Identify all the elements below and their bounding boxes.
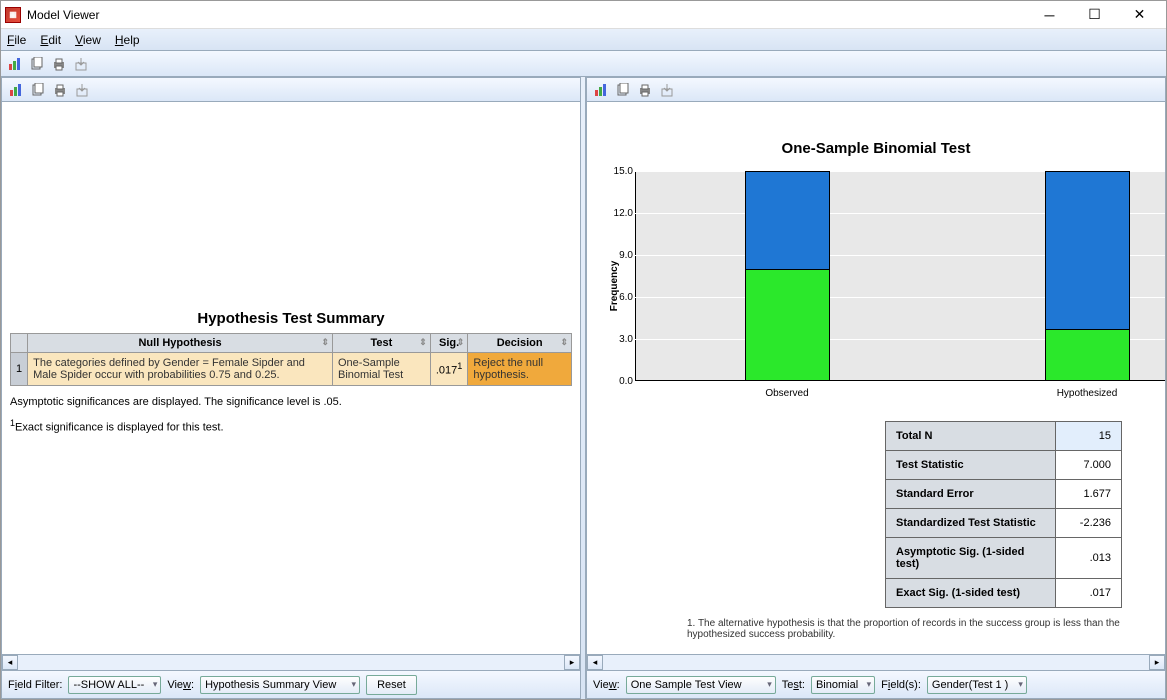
menu-view[interactable]: View [75,33,101,47]
asymp-sig-label: Asymptotic Sig. (1-sided test) [886,538,1056,579]
chart-icon[interactable] [6,80,26,100]
left-pane-body: Hypothesis Test Summary Null Hypothesis⇕… [2,102,580,654]
maximize-button[interactable]: ☐ [1072,1,1117,29]
scroll-track[interactable] [18,655,564,670]
view-dropdown[interactable]: Hypothesis Summary View [200,676,360,694]
header-decision[interactable]: Decision⇕ [468,334,572,353]
scroll-left-icon[interactable]: ◂ [587,655,603,670]
test-cell: One-Sample Binomial Test [332,353,430,386]
main-toolbar [1,51,1166,77]
chart-title: One-Sample Binomial Test [595,140,1157,157]
minimize-button[interactable]: ─ [1027,1,1072,29]
menubar: File Edit View Help [1,29,1166,51]
y-axis-label: Frequency [609,261,620,312]
header-blank [11,334,28,353]
chart-area: Frequency 15.0 12.0 9.0 6.0 3.0 0.0 [595,171,1165,401]
print-icon[interactable] [49,54,69,74]
ytick: 12.0 [607,208,633,219]
note-main: Asymptotic significances are displayed. … [10,396,572,408]
asymp-sig-value: .013 [1056,538,1122,579]
standard-error-label: Standard Error [886,480,1056,509]
header-null[interactable]: Null Hypothesis⇕ [28,334,333,353]
stats-table: Total N15 Test Statistic7.000 Standard E… [885,421,1122,608]
menu-help[interactable]: Help [115,33,140,47]
left-footer: Field Filter: --SHOW ALL-- View: Hypothe… [2,670,580,698]
row-index: 1 [11,353,28,386]
table-row[interactable]: 1 The categories defined by Gender = Fem… [11,353,572,386]
left-pane: Hypothesis Test Summary Null Hypothesis⇕… [1,77,580,699]
ytick: 15.0 [607,166,633,177]
view-label: View: [593,679,620,691]
right-footer: View: One Sample Test View Test: Binomia… [587,670,1165,698]
note-footnote: 1Exact significance is displayed for thi… [10,418,572,434]
ytick: 6.0 [607,292,633,303]
right-pane-body: One-Sample Binomial Test Frequency 15.0 … [587,102,1165,654]
test-label: Test: [782,679,805,691]
exact-sig-label: Exact Sig. (1-sided test) [886,579,1056,608]
window-title: Model Viewer [27,8,99,22]
left-scrollbar[interactable]: ◂ ▸ [2,654,580,670]
titlebar: ▦ Model Viewer ─ ☐ ✕ [1,1,1166,29]
right-scrollbar[interactable]: ◂ ▸ [587,654,1165,670]
bar-observed-success [745,269,830,381]
fields-label: Field(s): [881,679,921,691]
app-icon: ▦ [5,7,21,23]
bar-hyp-success [1045,329,1130,381]
view-dropdown[interactable]: One Sample Test View [626,676,776,694]
hypothesis-table: Null Hypothesis⇕ Test⇕ Sig.⇕ Decision⇕ 1… [10,333,572,386]
close-button[interactable]: ✕ [1117,1,1162,29]
copy-icon[interactable] [28,80,48,100]
chart-icon[interactable] [591,80,611,100]
print-icon[interactable] [635,80,655,100]
export-icon[interactable] [657,80,677,100]
field-filter-dropdown[interactable]: --SHOW ALL-- [68,676,161,694]
reset-button[interactable]: Reset [366,675,417,695]
ytick: 0.0 [607,376,633,387]
content-area: Hypothesis Test Summary Null Hypothesis⇕… [1,77,1166,699]
print-icon[interactable] [50,80,70,100]
export-icon[interactable] [71,54,91,74]
export-icon[interactable] [72,80,92,100]
header-test[interactable]: Test⇕ [332,334,430,353]
exact-sig-value: .017 [1056,579,1122,608]
sig-cell: .0171 [430,353,468,386]
view-label: View: [167,679,194,691]
total-n-value: 15 [1056,422,1122,451]
test-statistic-label: Test Statistic [886,451,1056,480]
menu-edit[interactable]: Edit [40,33,61,47]
test-statistic-value: 7.000 [1056,451,1122,480]
field-filter-label: Field Filter: [8,679,62,691]
alternative-note: 1. The alternative hypothesis is that th… [687,618,1157,640]
scroll-right-icon[interactable]: ▸ [1149,655,1165,670]
decision-cell: Reject the null hypothesis. [468,353,572,386]
standard-error-value: 1.677 [1056,480,1122,509]
left-pane-toolbar [2,78,580,102]
std-test-stat-value: -2.236 [1056,509,1122,538]
hypothesis-title: Hypothesis Test Summary [10,310,572,327]
copy-icon[interactable] [27,54,47,74]
fields-dropdown[interactable]: Gender(Test 1 ) [927,676,1027,694]
chart-icon[interactable] [5,54,25,74]
null-hypothesis-cell: The categories defined by Gender = Femal… [28,353,333,386]
scroll-track[interactable] [603,655,1149,670]
total-n-label: Total N [886,422,1056,451]
ytick: 9.0 [607,250,633,261]
header-sig[interactable]: Sig.⇕ [430,334,468,353]
xlabel-observed: Observed [727,388,847,399]
menu-file[interactable]: File [7,33,26,47]
scroll-right-icon[interactable]: ▸ [564,655,580,670]
window-controls: ─ ☐ ✕ [1027,1,1162,29]
right-pane-toolbar [587,78,1165,102]
ytick: 3.0 [607,334,633,345]
std-test-stat-label: Standardized Test Statistic [886,509,1056,538]
scroll-left-icon[interactable]: ◂ [2,655,18,670]
right-pane: One-Sample Binomial Test Frequency 15.0 … [586,77,1166,699]
xlabel-hypothesized: Hypothesized [1027,388,1147,399]
test-dropdown[interactable]: Binomial [811,676,875,694]
copy-icon[interactable] [613,80,633,100]
